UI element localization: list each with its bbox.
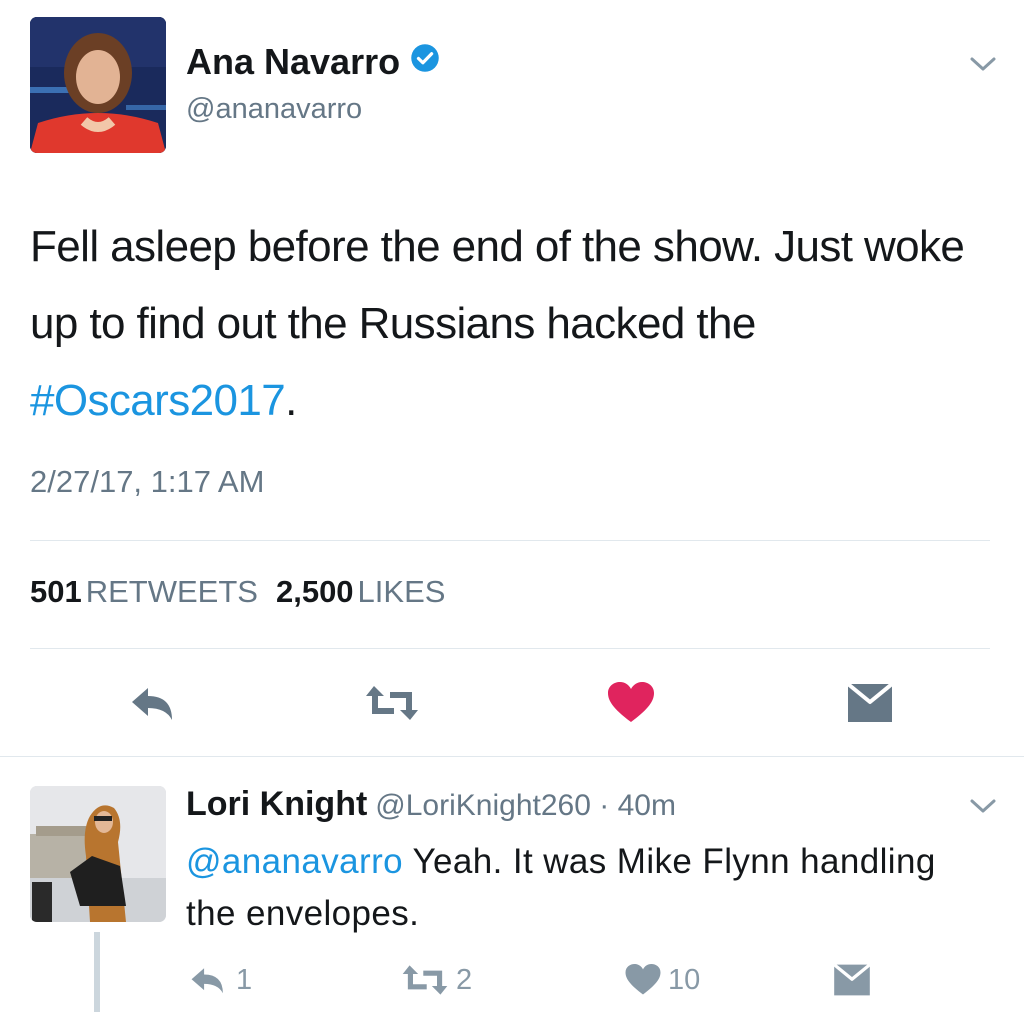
reply-header: Lori Knight @LoriKnight260 · 40m bbox=[186, 784, 676, 826]
author-avatar[interactable] bbox=[30, 17, 166, 153]
likes-count: 2,500 bbox=[275, 574, 354, 609]
reply-separator: · bbox=[590, 789, 618, 822]
reply-time[interactable]: 40m bbox=[618, 789, 676, 822]
reply-author-avatar[interactable] bbox=[30, 786, 166, 922]
envelope-icon bbox=[846, 682, 894, 722]
reply-direct-message-button[interactable] bbox=[832, 960, 872, 1000]
heart-icon bbox=[608, 682, 654, 722]
reply-icon bbox=[191, 968, 223, 994]
avatar-photo bbox=[30, 786, 166, 922]
divider bbox=[30, 648, 990, 649]
retweets-label: RETWEETS bbox=[85, 574, 258, 609]
retweet-count: 2 bbox=[456, 963, 473, 996]
like-count: 10 bbox=[668, 963, 701, 996]
author-handle[interactable]: @ananavarro bbox=[186, 92, 362, 126]
retweet-icon bbox=[402, 965, 448, 995]
reply-count: 1 bbox=[236, 963, 253, 996]
tweet-text-main: Fell asleep before the end of the show. … bbox=[30, 222, 965, 348]
envelope-icon bbox=[833, 963, 871, 996]
reply-like-button[interactable]: 10 bbox=[624, 960, 700, 1000]
heart-icon bbox=[625, 964, 661, 995]
thread-line bbox=[94, 932, 100, 1012]
reply-text: @ananavarro Yeah. It was Mike Flynn hand… bbox=[186, 836, 976, 940]
like-button[interactable] bbox=[606, 680, 656, 726]
author-name-row[interactable]: Ana Navarro bbox=[186, 42, 440, 84]
reply-retweet-button[interactable]: 2 bbox=[400, 960, 472, 1000]
chevron-down-icon[interactable] bbox=[966, 794, 1000, 818]
divider bbox=[30, 540, 990, 541]
direct-message-button[interactable] bbox=[846, 682, 894, 728]
hashtag-link[interactable]: #Oscars2017 bbox=[30, 376, 286, 425]
retweet-icon bbox=[366, 686, 418, 720]
tweet-text-end: . bbox=[285, 376, 297, 425]
chevron-down-icon[interactable] bbox=[966, 52, 1000, 76]
retweet-button[interactable] bbox=[364, 682, 420, 728]
tweet-timestamp[interactable]: 2/27/17, 1:17 AM bbox=[30, 464, 264, 500]
retweets-count: 501 bbox=[30, 574, 82, 609]
reply-author-name[interactable]: Lori Knight bbox=[186, 785, 367, 823]
reply-button[interactable] bbox=[128, 680, 178, 726]
reply-reply-button[interactable]: 1 bbox=[186, 960, 252, 1000]
tweet-stats: 501 RETWEETS 2,500 LIKES bbox=[30, 574, 445, 610]
verified-badge-icon bbox=[410, 41, 440, 81]
avatar-photo bbox=[30, 17, 166, 153]
section-divider bbox=[0, 756, 1024, 757]
likes-label: LIKES bbox=[357, 574, 446, 609]
tweet-text: Fell asleep before the end of the show. … bbox=[30, 208, 990, 439]
retweets-stat[interactable]: 501 RETWEETS bbox=[30, 574, 258, 609]
mention-link[interactable]: @ananavarro bbox=[186, 842, 403, 881]
likes-stat[interactable]: 2,500 LIKES bbox=[276, 574, 445, 609]
reply-icon bbox=[132, 688, 172, 720]
reply-author-handle[interactable]: @LoriKnight260 bbox=[375, 789, 591, 822]
author-name: Ana Navarro bbox=[186, 41, 401, 82]
